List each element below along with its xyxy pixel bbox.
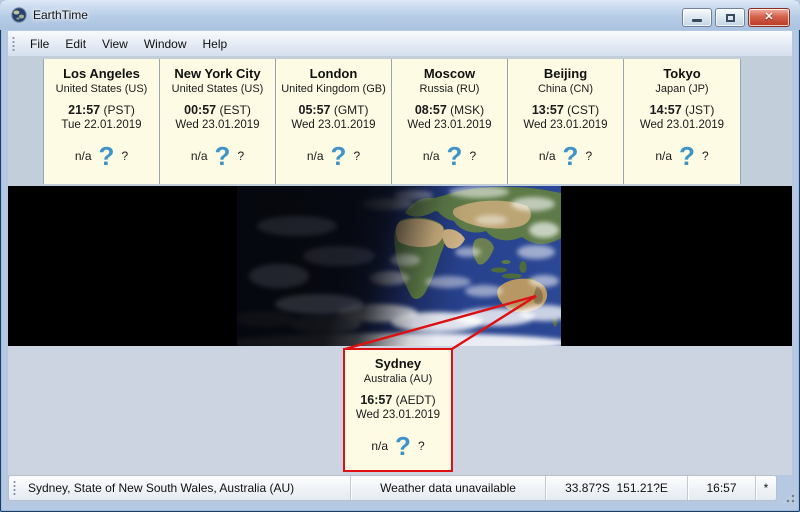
clock-country: United States (US) (171, 83, 264, 95)
clock-country: China (CN) (537, 83, 593, 95)
status-time: 16:57 (687, 476, 755, 500)
resize-grip[interactable] (782, 490, 796, 504)
earthtime-globe-icon (11, 7, 27, 23)
weather-unknown-icon: ? (679, 141, 695, 171)
clock-city: Beijing (543, 66, 588, 81)
clock-date: Tue 22.01.2019 (61, 119, 142, 131)
temperature-na: n/a (538, 149, 556, 163)
clock-timezone: (MSK) (450, 103, 485, 117)
title-bar[interactable]: EarthTime ✕ (0, 0, 800, 30)
maximize-icon (725, 13, 735, 22)
clock-date: Wed 23.01.2019 (291, 119, 376, 131)
clock-time: 13:57 (531, 103, 564, 117)
weather-condition-unknown: ? (701, 149, 709, 163)
weather-unknown-icon: ? (446, 141, 463, 171)
clock-timezone: (CST) (567, 103, 600, 117)
temperature-na: n/a (190, 149, 208, 163)
clock-timezone: (GMT) (333, 103, 369, 117)
weather-condition-unknown: ? (417, 439, 425, 453)
clock-country: Russia (RU) (419, 83, 480, 95)
temperature-na: n/a (306, 149, 324, 163)
menu-item-edit[interactable]: Edit (57, 33, 94, 55)
temperature-na: n/a (422, 149, 440, 163)
clock-timezone: (JST) (685, 103, 715, 117)
clock-time: 00:57 (184, 103, 217, 117)
weather-condition-unknown: ? (469, 149, 477, 163)
menu-item-window[interactable]: Window (136, 33, 195, 55)
clock-panel-beijing[interactable]: Beijing China (CN) 13:57 (CST) Wed 23.01… (508, 59, 624, 184)
popup-timezone: (AEDT) (395, 393, 436, 407)
clock-timezone: (PST) (103, 103, 135, 117)
clock-date: Wed 23.01.2019 (639, 119, 725, 131)
clock-city: Los Angeles (63, 66, 140, 81)
statusbar-grip-icon[interactable] (13, 480, 16, 496)
popup-city: Sydney (374, 356, 422, 371)
clock-panel-moscow[interactable]: Moscow Russia (RU) 08:57 (MSK) Wed 23.01… (392, 59, 508, 184)
close-icon: ✕ (764, 11, 774, 23)
clock-city: London (309, 66, 358, 81)
clock-time: 08:57 (414, 103, 447, 117)
weather-unknown-icon: ? (214, 141, 231, 171)
clock-time: 21:57 (68, 103, 101, 117)
popup-country: Australia (AU) (363, 373, 433, 385)
popup-time: 16:57 (360, 393, 393, 407)
close-button[interactable]: ✕ (748, 8, 790, 27)
window-title: EarthTime (33, 8, 88, 22)
earth-day-night-map (237, 186, 561, 346)
clock-panels-area: Los Angeles United States (US) 21:57 (PS… (8, 56, 792, 186)
temperature-na: n/a (74, 149, 92, 163)
clock-panel-los-angeles[interactable]: Los Angeles United States (US) 21:57 (PS… (44, 59, 160, 184)
clock-time: 14:57 (649, 103, 682, 117)
clock-country: Japan (JP) (655, 83, 709, 95)
menu-item-help[interactable]: Help (195, 33, 236, 55)
menu-item-file[interactable]: File (22, 33, 57, 55)
status-location: Sydney, State of New South Wales, Austra… (28, 481, 295, 495)
status-flag: * (755, 476, 776, 500)
clock-city: Tokyo (663, 66, 701, 81)
clock-panel-new-york[interactable]: New York City United States (US) 00:57 (… (160, 59, 276, 184)
clock-time: 05:57 (298, 103, 331, 117)
clock-date: Wed 23.01.2019 (175, 119, 260, 131)
minimize-icon (692, 19, 702, 22)
menu-item-view[interactable]: View (94, 33, 136, 55)
sydney-clock-popup[interactable]: Sydney Australia (AU) 16:57 (AEDT) Wed 2… (343, 348, 453, 472)
status-coordinates: 33.87?S 151.21?E (545, 476, 687, 500)
status-bar: Sydney, State of New South Wales, Austra… (8, 475, 777, 501)
temperature-na: n/a (655, 149, 673, 163)
maximize-button[interactable] (715, 8, 745, 27)
weather-unknown-icon: ? (562, 141, 579, 171)
clock-date: Wed 23.01.2019 (407, 119, 492, 131)
clock-row: Los Angeles United States (US) 21:57 (PS… (43, 59, 741, 184)
clock-country: United States (US) (55, 83, 148, 95)
toolbar-grip-icon[interactable] (12, 35, 15, 52)
weather-unknown-icon: ? (395, 431, 411, 461)
popup-date: Wed 23.01.2019 (355, 409, 441, 421)
temperature-na: n/a (371, 439, 389, 453)
menu-bar: File Edit View Window Help (8, 31, 792, 57)
status-weather: Weather data unavailable (350, 476, 545, 500)
weather-condition-unknown: ? (121, 149, 129, 163)
minimize-button[interactable] (682, 8, 712, 27)
world-map[interactable] (8, 186, 792, 346)
clock-panel-london[interactable]: London United Kingdom (GB) 05:57 (GMT) W… (276, 59, 392, 184)
weather-condition-unknown: ? (585, 149, 593, 163)
clock-panel-tokyo[interactable]: Tokyo Japan (JP) 14:57 (JST) Wed 23.01.2… (624, 59, 740, 184)
weather-unknown-icon: ? (330, 141, 347, 171)
weather-condition-unknown: ? (353, 149, 361, 163)
weather-condition-unknown: ? (237, 149, 245, 163)
clock-city: Moscow (423, 66, 476, 81)
clock-date: Wed 23.01.2019 (523, 119, 608, 131)
clock-country: United Kingdom (GB) (281, 83, 386, 95)
clock-city: New York City (174, 66, 261, 81)
earthtime-window: { "window": { "title": "EarthTime" }, "m… (0, 0, 800, 512)
clock-timezone: (EST) (219, 103, 251, 117)
weather-unknown-icon: ? (98, 141, 115, 171)
